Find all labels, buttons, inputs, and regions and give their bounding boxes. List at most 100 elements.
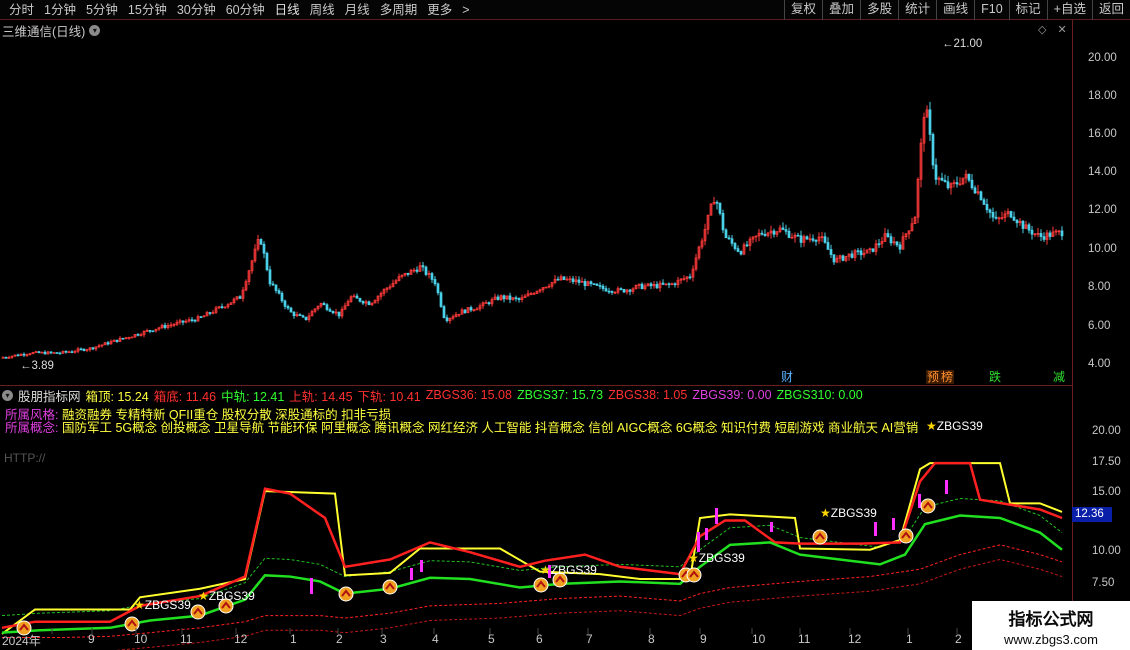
indicator-name[interactable]: 股朋指标网	[18, 386, 81, 405]
candle-body	[733, 243, 737, 249]
candle-body	[829, 249, 833, 255]
candle-body	[283, 300, 287, 307]
candle-body	[181, 320, 185, 323]
candle-body	[931, 134, 935, 166]
candle-body	[727, 237, 731, 240]
indicator-axis-label: 17.50	[1092, 456, 1121, 468]
candle-body	[301, 315, 305, 318]
concept-value: 国防军工 5G概念 创投概念 卫星导航 节能环保 阿里概念 腾讯概念 网红经济 …	[61, 421, 919, 435]
event-tag-4[interactable]: 减	[1052, 370, 1066, 384]
date-label-5: 1	[290, 632, 297, 646]
candle-body	[598, 285, 602, 287]
candle-body	[994, 216, 998, 219]
stock-chart-app: { "toolbar": { "periods": ["分时","1分钟","5…	[0, 0, 1130, 650]
indicator-value-2: 中轨: 12.41	[221, 389, 285, 404]
candle-body	[355, 295, 359, 299]
candle-body	[973, 187, 977, 194]
signal-circle-icon	[190, 604, 206, 620]
candle-body	[199, 316, 203, 318]
zbgs-label: ZBGS39	[208, 589, 255, 603]
watermark: 指标公式网 www.zbgs3.com	[972, 601, 1130, 650]
watermark-title: 指标公式网	[1008, 610, 1094, 629]
zbgs-label: ZBGS39	[698, 551, 745, 565]
candle-body	[772, 230, 776, 235]
date-label-10: 6	[536, 632, 543, 646]
event-tag-1[interactable]: 预	[926, 370, 941, 384]
candle-body	[871, 248, 875, 252]
candle-body	[436, 283, 440, 294]
signal-bar	[892, 518, 895, 530]
indicator-dropdown-icon[interactable]: ▾	[2, 389, 13, 401]
candle-body	[1027, 224, 1031, 231]
date-label-13: 9	[700, 632, 707, 646]
candle-body	[745, 244, 749, 247]
main-axis-label: 18.00	[1088, 90, 1117, 102]
signal-circle-icon	[898, 528, 914, 544]
candle-body	[730, 238, 734, 244]
current-price-box: 12.36	[1072, 507, 1112, 522]
candle-body	[655, 283, 659, 289]
main-axis-label: 16.00	[1088, 128, 1117, 140]
candle-body	[463, 309, 467, 314]
signal-circle-icon	[812, 529, 828, 545]
zbgs-tag: ★ZBGS39	[688, 551, 745, 565]
candle-body	[940, 177, 944, 181]
candle-body	[442, 306, 446, 319]
main-axis-label: 10.00	[1088, 243, 1117, 255]
watermark-url: www.zbgs3.com	[1004, 632, 1098, 647]
candle-body	[148, 330, 152, 332]
candle-body	[955, 182, 959, 185]
zbgs-label: ZBGS39	[830, 506, 877, 520]
candle-body	[208, 312, 212, 314]
candle-body	[268, 269, 272, 285]
candle-body	[721, 213, 725, 231]
candle-body	[763, 233, 767, 236]
event-tag-2[interactable]: 榜	[940, 370, 955, 384]
candle-body	[859, 250, 863, 256]
star-icon: ★	[926, 419, 937, 433]
candle-body	[277, 290, 281, 294]
candle-body	[16, 354, 20, 357]
candle-body	[22, 353, 26, 356]
signal-circle-icon	[686, 567, 702, 583]
candle-body	[928, 109, 932, 135]
candle-body	[271, 283, 275, 286]
candle-body	[724, 229, 728, 239]
zbgs-label: ZBGS39	[144, 598, 191, 612]
candle-body	[367, 301, 371, 306]
event-tag-3[interactable]: 跌	[988, 370, 1002, 384]
candle-body	[943, 179, 947, 182]
star-icon: ★	[540, 563, 551, 577]
candle-body	[190, 319, 194, 322]
candle-body	[358, 297, 362, 302]
candle-body	[262, 243, 266, 254]
zbgs-label: ZBGS39	[550, 563, 597, 577]
candle-body	[259, 239, 263, 245]
candle-body	[439, 292, 443, 307]
date-label-11: 7	[586, 632, 593, 646]
chart-canvas[interactable]	[0, 0, 1072, 650]
candle-body	[796, 234, 800, 237]
toolbar-button-8[interactable]: 返回	[1091, 0, 1130, 20]
low-arrow-icon: ←	[20, 360, 32, 372]
axis-divider	[1072, 20, 1073, 650]
main-axis-label: 6.00	[1088, 320, 1111, 332]
candle-body	[421, 265, 425, 268]
candle-body	[985, 204, 989, 211]
indicator-value-3: 上轨: 14.45	[289, 389, 353, 404]
candle-body	[406, 272, 410, 275]
signal-bar	[697, 532, 700, 552]
candle-body	[136, 334, 140, 336]
indicator-axis-label: 15.00	[1092, 486, 1121, 498]
candle-body	[292, 311, 296, 317]
candle-body	[1021, 220, 1025, 229]
main-axis-label: 4.00	[1088, 358, 1111, 370]
event-tag-0[interactable]: 财	[780, 370, 794, 384]
candle-body	[487, 302, 491, 305]
candle-body	[877, 243, 881, 246]
low-annotation: ←3.89	[20, 360, 54, 372]
zbgs-tag: ★ZBGS39	[926, 419, 983, 433]
candle-body	[604, 288, 608, 292]
candle-body	[1, 356, 5, 359]
signal-circle-icon	[124, 616, 140, 632]
